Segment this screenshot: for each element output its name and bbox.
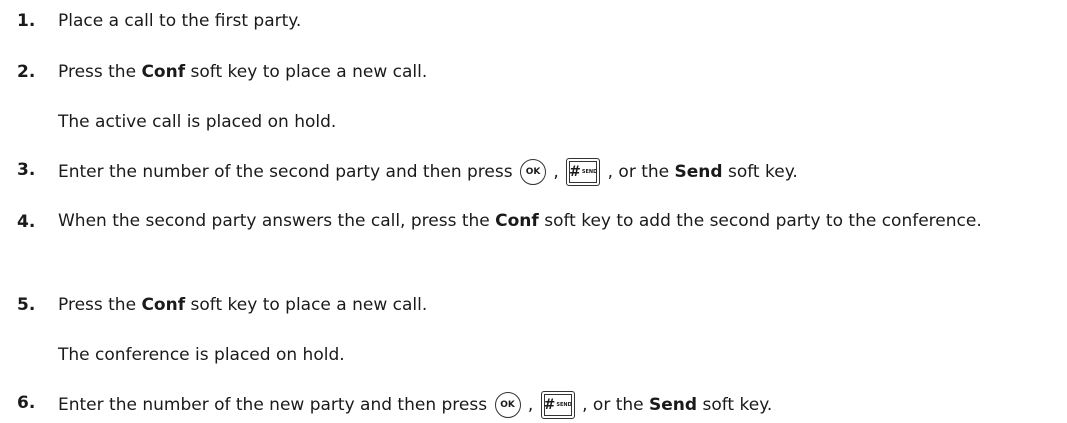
send-key-hash: # <box>543 397 556 413</box>
step-number: 1. <box>17 11 36 31</box>
send-softkey-label: Send <box>674 162 723 182</box>
send-key-sub: SEND <box>556 402 572 408</box>
step-number: 2. <box>17 62 36 82</box>
step-text: Enter the number of the second party and… <box>58 158 1063 186</box>
step-text-post: soft key to place a new call. <box>185 62 428 82</box>
step-number: 6. <box>17 393 36 413</box>
step-text-mid: , <box>548 162 565 182</box>
step-text-post: soft key to add the second party to the … <box>538 211 982 231</box>
step-text-post: soft key. <box>697 395 773 415</box>
ok-key-icon: OK <box>520 159 546 185</box>
send-key-sub: SEND <box>581 169 598 175</box>
step-text: Press the Conf soft key to place a new c… <box>58 293 1063 317</box>
conf-softkey-label: Conf <box>495 211 539 231</box>
ok-key-icon: OK <box>494 392 521 418</box>
step-number: 4. <box>17 212 36 232</box>
send-key-hash: # <box>569 164 581 180</box>
instruction-list: 1. Place a call to the first party. 2. P… <box>0 0 1067 423</box>
step-text: Press the Conf soft key to place a new c… <box>58 60 1063 84</box>
step-text-after-keys: , or the <box>602 162 675 182</box>
step-text-pre: Enter the number of the second party and… <box>58 162 518 182</box>
step-number: 5. <box>17 295 36 315</box>
step-text-pre: Enter the number of the new party and th… <box>58 395 493 415</box>
conf-softkey-label: Conf <box>141 295 186 315</box>
step-text-pre: Press the <box>58 295 142 315</box>
step-note: The active call is placed on hold. <box>58 112 337 132</box>
step-text: When the second party answers the call, … <box>58 205 1063 238</box>
step-number: 3. <box>17 160 36 180</box>
conf-softkey-label: Conf <box>141 62 186 82</box>
step-text-pre: When the second party answers the call, … <box>58 211 496 231</box>
step-text-post: soft key. <box>722 162 798 182</box>
step-text-content: Place a call to the first party. <box>58 11 302 31</box>
step-text-mid: , <box>522 395 539 415</box>
send-key-icon: # SEND <box>540 391 575 419</box>
step-text-after-keys: , or the <box>576 395 650 415</box>
step-note: The conference is placed on hold. <box>58 345 345 365</box>
step-text-pre: Press the <box>58 62 142 82</box>
step-text-post: soft key to place a new call. <box>185 295 428 315</box>
send-key-icon: # SEND <box>566 158 601 186</box>
step-text: Enter the number of the new party and th… <box>58 391 1063 419</box>
send-softkey-label: Send <box>649 395 698 415</box>
step-text: Place a call to the first party. <box>58 9 1063 33</box>
